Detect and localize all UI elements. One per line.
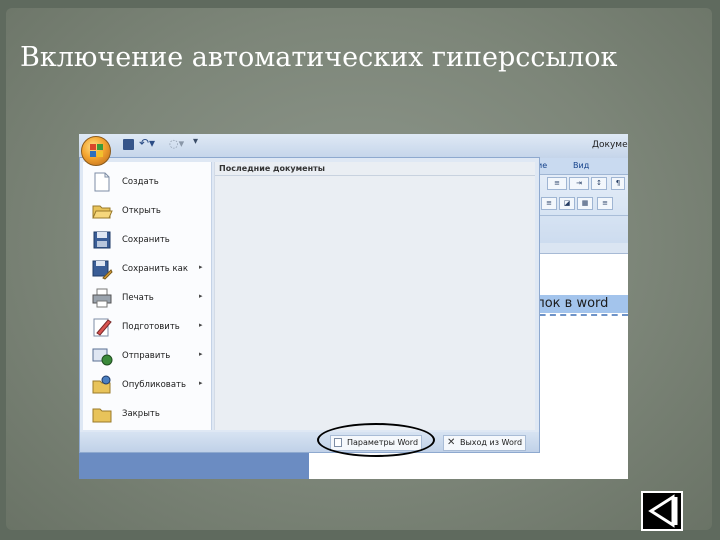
menu-label: Опубликовать — [122, 380, 186, 390]
close-folder-icon — [92, 408, 112, 423]
menu-item-close[interactable]: Закрыть — [83, 400, 211, 429]
menu-item-print[interactable]: Печать ▸ — [83, 284, 211, 313]
menu-item-save-as[interactable]: Сохранить как ▸ — [83, 255, 211, 284]
send-icon — [92, 348, 113, 366]
menu-item-send[interactable]: Отправить ▸ — [83, 342, 211, 371]
menu-item-prepare[interactable]: Подготовить ▸ — [83, 313, 211, 342]
line-spacing-icon[interactable]: ≡ — [541, 197, 557, 210]
menu-item-save[interactable]: Сохранить — [83, 226, 211, 255]
title-bar: ↶▾ ◌▾ ▾ Документ... — [79, 134, 628, 158]
exit-word-button[interactable]: ✕ Выход из Word — [443, 435, 527, 451]
menu-label: Печать — [122, 293, 154, 303]
recent-documents-pane: Последние документы — [214, 162, 535, 430]
word-screenshot: ↶▾ ◌▾ ▾ Документ... ие Вид ≡ ⇥ ↕ ¶ ≡ ◪ ▦… — [79, 134, 628, 479]
borders-icon[interactable]: ▦ — [577, 197, 593, 210]
submenu-arrow-icon: ▸ — [199, 350, 203, 358]
office-menu-commands: Создать Открыть Сохранить Сохранить как … — [83, 162, 212, 430]
submenu-arrow-icon: ▸ — [199, 292, 203, 300]
pilcrow-icon[interactable]: ¶ — [611, 177, 625, 190]
menu-label: Закрыть — [122, 409, 160, 419]
publish-folder-icon — [92, 375, 111, 394]
submenu-arrow-icon: ▸ — [199, 263, 203, 271]
indent-icon[interactable]: ⇥ — [569, 177, 589, 190]
window-title: Документ... — [592, 140, 628, 150]
undo-icon[interactable]: ↶▾ — [139, 136, 155, 150]
exit-word-label: Выход из Word — [460, 438, 523, 447]
office-logo-icon — [90, 144, 103, 157]
prepare-pencil-icon — [93, 318, 112, 337]
submenu-arrow-icon: ▸ — [199, 321, 203, 329]
menu-label: Сохранить как — [122, 264, 188, 274]
submenu-arrow-icon: ▸ — [199, 379, 203, 387]
save-as-icon — [92, 260, 113, 280]
tab-view[interactable]: Вид — [573, 161, 589, 170]
redo-icon[interactable]: ◌▾ — [169, 137, 184, 150]
new-document-icon — [94, 172, 110, 192]
menu-label: Открыть — [122, 206, 161, 216]
menu-label: Создать — [122, 177, 159, 187]
shading-icon[interactable]: ◪ — [559, 197, 575, 210]
slide-title: Включение автоматических гиперссылок — [20, 42, 618, 73]
menu-item-open[interactable]: Открыть — [83, 197, 211, 226]
open-folder-icon — [92, 205, 113, 219]
menu-item-publish[interactable]: Опубликовать ▸ — [83, 371, 211, 400]
recent-documents-title: Последние документы — [215, 162, 535, 176]
menu-label: Отправить — [122, 351, 171, 361]
numbering-icon[interactable]: ≡ — [547, 177, 567, 190]
style-icon[interactable]: ≡ — [597, 197, 613, 210]
word-options-highlight — [317, 423, 435, 457]
menu-label: Сохранить — [122, 235, 170, 245]
office-button[interactable] — [81, 136, 111, 166]
back-triangle-icon — [648, 494, 678, 528]
close-icon: ✕ — [447, 437, 456, 448]
save-disk-icon — [93, 231, 111, 249]
menu-label: Подготовить — [122, 322, 180, 332]
sort-icon[interactable]: ↕ — [591, 177, 607, 190]
office-menu-footer: Параметры Word ✕ Выход из Word — [80, 432, 539, 452]
quick-save-icon[interactable] — [123, 139, 134, 150]
menu-item-new[interactable]: Создать — [83, 168, 211, 197]
back-button[interactable] — [641, 491, 683, 531]
customize-toolbar-icon[interactable]: ▾ — [193, 136, 198, 147]
printer-icon — [92, 288, 112, 308]
office-menu: Создать Открыть Сохранить Сохранить как … — [79, 157, 540, 453]
